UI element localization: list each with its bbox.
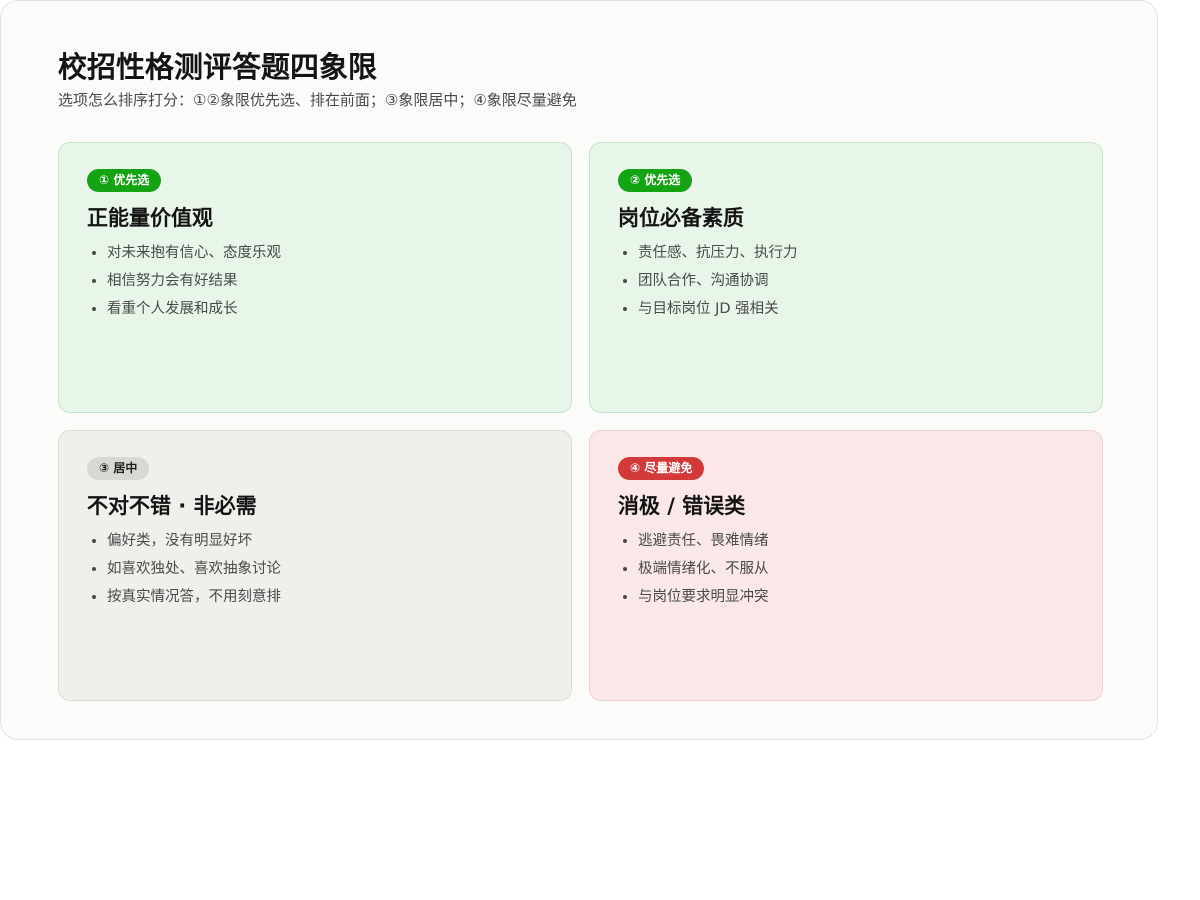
list-item: 团队合作、沟通协调 <box>638 267 798 295</box>
list-item: 看重个人发展和成长 <box>107 295 281 323</box>
quadrant-item-list: 偏好类，没有明显好坏 如喜欢独处、喜欢抽象讨论 按真实情况答，不用刻意排 <box>87 527 281 611</box>
page-title: 校招性格测评答题四象限 <box>58 50 378 84</box>
quadrant-card-2: ② 优先选 岗位必备素质 责任感、抗压力、执行力 团队合作、沟通协调 与目标岗位… <box>589 142 1103 413</box>
quadrant-title: 消极 / 错误类 <box>618 494 746 518</box>
quadrant-item-list: 对未来抱有信心、态度乐观 相信努力会有好结果 看重个人发展和成长 <box>87 239 281 323</box>
quadrant-title: 正能量价值观 <box>87 206 213 230</box>
list-item: 责任感、抗压力、执行力 <box>638 239 798 267</box>
list-item: 如喜欢独处、喜欢抽象讨论 <box>107 555 281 583</box>
list-item: 按真实情况答，不用刻意排 <box>107 583 281 611</box>
list-item: 相信努力会有好结果 <box>107 267 281 295</box>
quadrant-item-list: 责任感、抗压力、执行力 团队合作、沟通协调 与目标岗位 JD 强相关 <box>618 239 798 323</box>
quadrant-item-list: 逃避责任、畏难情绪 极端情绪化、不服从 与岗位要求明显冲突 <box>618 527 769 611</box>
list-item: 与岗位要求明显冲突 <box>638 583 769 611</box>
list-item: 极端情绪化、不服从 <box>638 555 769 583</box>
quadrant-title: 不对不错 · 非必需 <box>87 494 257 518</box>
list-item: 与目标岗位 JD 强相关 <box>638 295 798 323</box>
priority-badge: ① 优先选 <box>87 169 162 192</box>
quadrant-card-4: ④ 尽量避免 消极 / 错误类 逃避责任、畏难情绪 极端情绪化、不服从 与岗位要… <box>589 430 1103 701</box>
page-subtitle: 选项怎么排序打分：①②象限优先选、排在前面；③象限居中；④象限尽量避免 <box>58 91 577 109</box>
quadrant-title: 岗位必备素质 <box>618 206 744 230</box>
list-item: 偏好类，没有明显好坏 <box>107 527 281 555</box>
list-item: 逃避责任、畏难情绪 <box>638 527 769 555</box>
quadrant-card-3: ③ 居中 不对不错 · 非必需 偏好类，没有明显好坏 如喜欢独处、喜欢抽象讨论 … <box>58 430 572 701</box>
quadrant-card-1: ① 优先选 正能量价值观 对未来抱有信心、态度乐观 相信努力会有好结果 看重个人… <box>58 142 572 413</box>
quadrant-panel: 校招性格测评答题四象限 选项怎么排序打分：①②象限优先选、排在前面；③象限居中；… <box>0 0 1158 740</box>
priority-badge: ② 优先选 <box>618 169 693 192</box>
list-item: 对未来抱有信心、态度乐观 <box>107 239 281 267</box>
priority-badge: ③ 居中 <box>87 457 150 480</box>
priority-badge: ④ 尽量避免 <box>618 457 705 480</box>
